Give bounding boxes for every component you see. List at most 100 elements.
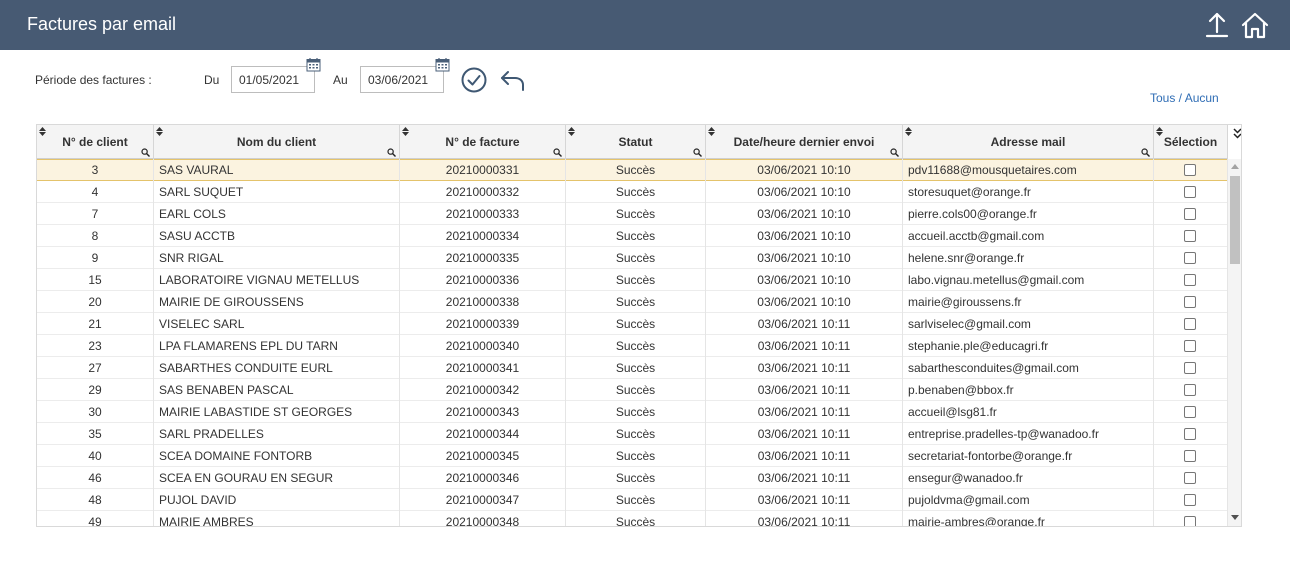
selection-checkbox[interactable]: [1184, 494, 1196, 506]
scroll-up-icon[interactable]: [1231, 163, 1239, 169]
selection-cell: [1154, 467, 1228, 489]
table-row[interactable]: 7 EARL COLS 20210000333 Succès 03/06/2021 10…: [37, 203, 1228, 225]
select-all-none-link[interactable]: Tous / Aucun: [1150, 91, 1219, 105]
page-title: Factures par email: [27, 14, 177, 34]
email-cell: pierre.cols00@orange.fr: [903, 203, 1154, 225]
client-number-cell: 21: [37, 313, 154, 335]
table-row[interactable]: 20 MAIRIE DE GIROUSSENS 20210000338 Succès 0…: [37, 291, 1228, 313]
selection-cell: [1154, 247, 1228, 269]
column-search-icon[interactable]: [1141, 148, 1150, 157]
table-row[interactable]: 48 PUJOL DAVID 20210000347 Succès 03/06/2021…: [37, 489, 1228, 511]
selection-checkbox[interactable]: [1184, 450, 1196, 462]
client-name-cell: MAIRIE AMBRES: [154, 511, 400, 526]
selection-checkbox[interactable]: [1184, 230, 1196, 242]
table-row[interactable]: 15 LABORATOIRE VIGNAU METELLUS 20210000336…: [37, 269, 1228, 291]
header-status[interactable]: Statut: [566, 125, 706, 159]
last-sent-cell: 03/06/2021 10:10: [706, 181, 903, 203]
header-selection[interactable]: Sélection: [1154, 125, 1228, 159]
sort-icon[interactable]: [568, 127, 575, 136]
header-email[interactable]: Adresse mail: [903, 125, 1154, 159]
column-search-icon[interactable]: [141, 148, 150, 157]
selection-checkbox[interactable]: [1184, 274, 1196, 286]
selection-checkbox[interactable]: [1184, 472, 1196, 484]
client-number-cell: 8: [37, 225, 154, 247]
selection-checkbox[interactable]: [1184, 516, 1196, 526]
column-search-icon[interactable]: [553, 148, 562, 157]
last-sent-cell: 03/06/2021 10:11: [706, 379, 903, 401]
column-search-icon[interactable]: [693, 148, 702, 157]
selection-checkbox[interactable]: [1184, 362, 1196, 374]
column-label: Statut: [618, 135, 653, 149]
sort-icon[interactable]: [708, 127, 715, 136]
table-row[interactable]: 40 SCEA DOMAINE FONTORB 20210000345 Succès 0…: [37, 445, 1228, 467]
selection-checkbox[interactable]: [1184, 428, 1196, 440]
scroll-down-icon[interactable]: [1231, 515, 1239, 521]
sort-icon[interactable]: [1156, 127, 1163, 136]
table-row[interactable]: 23 LPA FLAMARENS EPL DU TARN 20210000340 Su…: [37, 335, 1228, 357]
selection-checkbox[interactable]: [1184, 318, 1196, 330]
table-row[interactable]: 27 SABARTHES CONDUITE EURL 20210000341 Succ…: [37, 357, 1228, 379]
from-label: Du: [204, 73, 220, 87]
table-row[interactable]: 30 MAIRIE LABASTIDE ST GEORGES 20210000343…: [37, 401, 1228, 423]
status-cell: Succès: [566, 247, 706, 269]
status-cell: Succès: [566, 489, 706, 511]
sort-icon[interactable]: [905, 127, 912, 136]
status-cell: Succès: [566, 291, 706, 313]
selection-checkbox[interactable]: [1184, 406, 1196, 418]
column-search-icon[interactable]: [387, 148, 396, 157]
to-date-input[interactable]: [360, 66, 444, 93]
client-number-cell: 35: [37, 423, 154, 445]
client-name-cell: MAIRIE LABASTIDE ST GEORGES: [154, 401, 400, 423]
status-cell: Succès: [566, 269, 706, 291]
check-circle-icon[interactable]: [461, 67, 487, 93]
calendar-icon[interactable]: [306, 57, 321, 72]
table-row[interactable]: 29 SAS BENABEN PASCAL 20210000342 Succès 03/…: [37, 379, 1228, 401]
header-invoice-number[interactable]: N° de facture: [400, 125, 566, 159]
selection-checkbox[interactable]: [1184, 340, 1196, 352]
expand-columns-icon[interactable]: [1233, 128, 1242, 139]
header-last-sent[interactable]: Date/heure dernier envoi: [706, 125, 903, 159]
app-header: Factures par email: [0, 0, 1290, 50]
table-row[interactable]: 21 VISELEC SARL 20210000339 Succès 03/06/202…: [37, 313, 1228, 335]
selection-checkbox[interactable]: [1184, 208, 1196, 220]
last-sent-cell: 03/06/2021 10:11: [706, 445, 903, 467]
email-cell: helene.snr@orange.fr: [903, 247, 1154, 269]
period-filter: Période des factures : Du Au: [0, 57, 1290, 104]
from-date-input[interactable]: [231, 66, 315, 93]
last-sent-cell: 03/06/2021 10:10: [706, 225, 903, 247]
client-name-cell: SARL SUQUET: [154, 181, 400, 203]
selection-checkbox[interactable]: [1184, 252, 1196, 264]
header-client-name[interactable]: Nom du client: [154, 125, 400, 159]
client-name-cell: MAIRIE DE GIROUSSENS: [154, 291, 400, 313]
status-cell: Succès: [566, 159, 706, 181]
table-row[interactable]: 9 SNR RIGAL 20210000335 Succès 03/06/2021 10…: [37, 247, 1228, 269]
table-row[interactable]: 49 MAIRIE AMBRES 20210000348 Succès 03/06/20…: [37, 511, 1228, 526]
invoice-number-cell: 20210000348: [400, 511, 566, 526]
selection-checkbox[interactable]: [1184, 164, 1196, 176]
undo-arrow-icon[interactable]: [499, 68, 525, 92]
calendar-icon[interactable]: [435, 57, 450, 72]
client-number-cell: 23: [37, 335, 154, 357]
email-cell: mairie-ambres@orange.fr: [903, 511, 1154, 526]
scrollbar-thumb[interactable]: [1230, 176, 1240, 264]
upload-icon[interactable]: [1202, 10, 1232, 40]
column-search-icon[interactable]: [890, 148, 899, 157]
email-cell: accueil.acctb@gmail.com: [903, 225, 1154, 247]
header-client-number[interactable]: N° de client: [37, 125, 154, 159]
email-cell: storesuquet@orange.fr: [903, 181, 1154, 203]
table-row[interactable]: 8 SASU ACCTB 20210000334 Succès 03/06/2021 1…: [37, 225, 1228, 247]
client-number-cell: 46: [37, 467, 154, 489]
vertical-scrollbar[interactable]: [1228, 159, 1241, 526]
table-row[interactable]: 35 SARL PRADELLES 20210000344 Succès 03/06/2…: [37, 423, 1228, 445]
table-row[interactable]: 4 SARL SUQUET 20210000332 Succès 03/06/2021 …: [37, 181, 1228, 203]
selection-checkbox[interactable]: [1184, 384, 1196, 396]
table-row[interactable]: 46 SCEA EN GOURAU EN SEGUR 20210000346 Succ…: [37, 467, 1228, 489]
sort-icon[interactable]: [39, 127, 46, 136]
home-icon[interactable]: [1240, 10, 1270, 40]
selection-checkbox[interactable]: [1184, 186, 1196, 198]
sort-icon[interactable]: [156, 127, 163, 136]
selection-checkbox[interactable]: [1184, 296, 1196, 308]
email-cell: sarlviselec@gmail.com: [903, 313, 1154, 335]
sort-icon[interactable]: [402, 127, 409, 136]
table-row[interactable]: 3 SAS VAURAL 20210000331 Succès 03/06/2021 1…: [37, 159, 1228, 181]
